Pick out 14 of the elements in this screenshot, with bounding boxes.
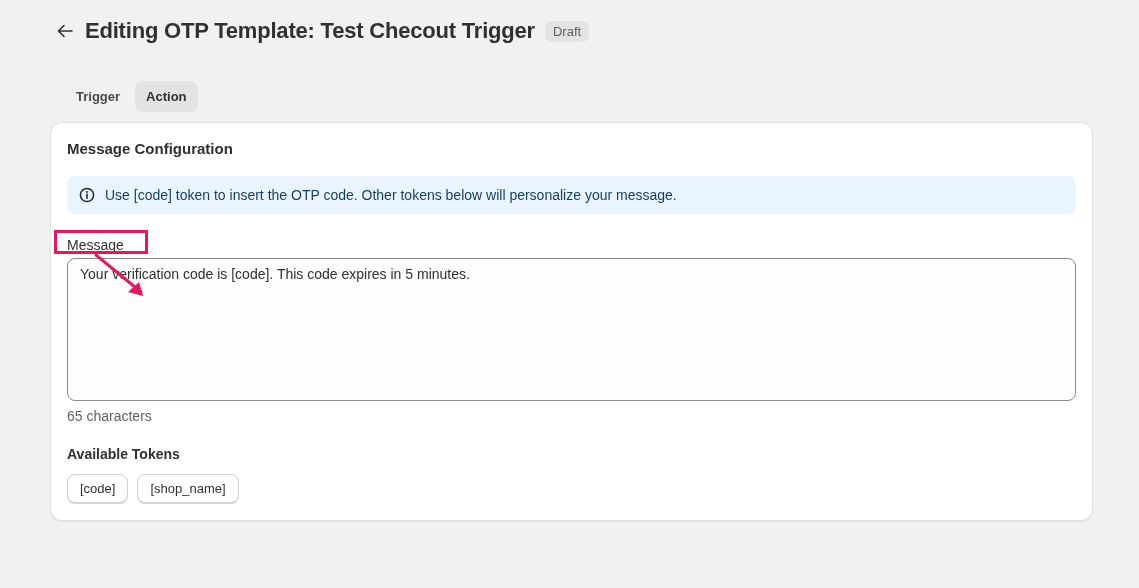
character-count: 65 characters (67, 408, 153, 424)
status-badge: Draft (545, 20, 590, 42)
tokens-title: Available Tokens (67, 446, 181, 462)
section-title: Message Configuration (67, 140, 234, 157)
back-button[interactable] (55, 22, 75, 40)
tab[interactable]: Trigger (65, 81, 132, 112)
page-title: Editing OTP Template: Test Checout Trigger (85, 18, 535, 44)
field-label: Message (67, 237, 124, 253)
info-icon (79, 187, 95, 203)
tab[interactable]: Action (135, 81, 198, 112)
info-text: Use [code] token to insert the OTP code. Other tokens below will personalize your message. (105, 187, 677, 203)
back-arrow-icon (57, 24, 73, 38)
token-button[interactable]: [code] (67, 474, 129, 503)
token-button[interactable]: [shop_name] (137, 474, 239, 503)
